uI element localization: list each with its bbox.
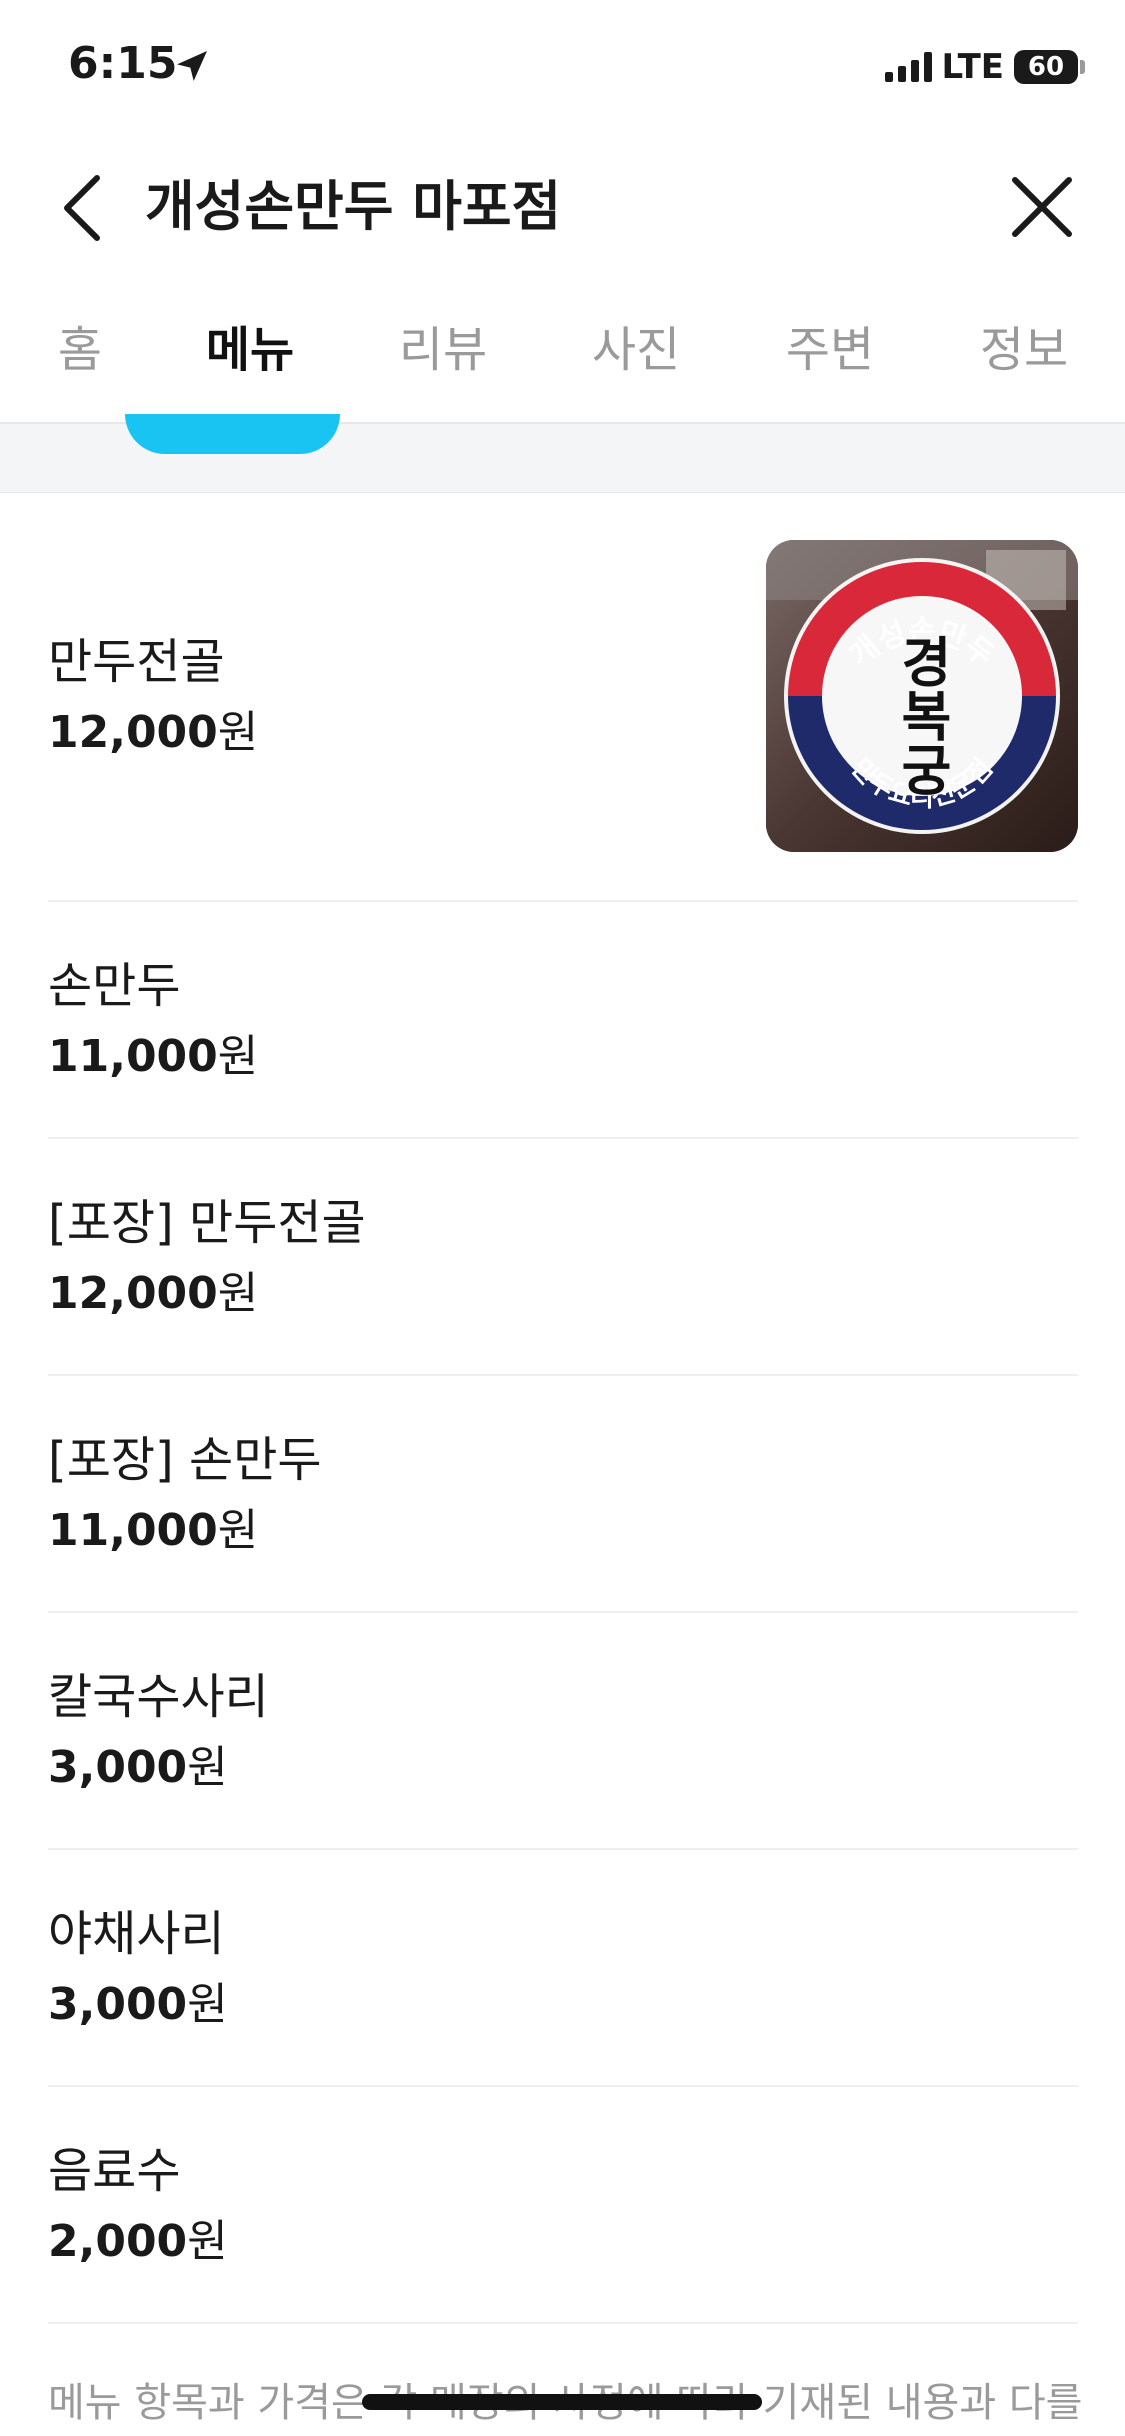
tab-info[interactable]: 정보 xyxy=(974,320,1074,380)
signal-icon xyxy=(884,52,932,82)
tab-photos[interactable]: 사진 xyxy=(586,320,686,380)
network-type: LTE xyxy=(941,47,1004,87)
tab-home[interactable]: 홈 xyxy=(40,320,120,380)
status-time: 6:15 xyxy=(68,38,178,89)
menu-item-name: 손만두 xyxy=(48,958,181,1014)
menu-item[interactable]: [포장] 손만두 11,000원 xyxy=(48,1376,1078,1613)
menu-item-name: [포장] 손만두 xyxy=(48,1432,322,1488)
home-indicator[interactable] xyxy=(362,2394,762,2410)
menu-item[interactable]: 손만두 11,000원 xyxy=(48,902,1078,1139)
menu-item-price: 11,000원 xyxy=(48,1031,259,1082)
menu-item-name: 음료수 xyxy=(48,2143,181,2199)
menu-item[interactable]: [포장] 만두전골 12,000원 xyxy=(48,1139,1078,1376)
menu-item[interactable]: 만두전골 12,000원 개성손만두 만두요리전문점 경복궁 xyxy=(48,492,1078,902)
menu-item[interactable]: 야채사리 3,000원 xyxy=(48,1850,1078,2087)
menu-item-price: 3,000원 xyxy=(48,1742,228,1793)
menu-item[interactable]: 칼국수사리 3,000원 xyxy=(48,1613,1078,1850)
menu-item-name: 칼국수사리 xyxy=(48,1669,269,1725)
menu-item-name: [포장] 만두전골 xyxy=(48,1195,366,1251)
menu-item-price: 12,000원 xyxy=(48,707,259,758)
page-title: 개성손만두 마포점 xyxy=(145,175,562,238)
section-divider xyxy=(0,414,1125,493)
menu-item[interactable]: 음료수 2,000원 xyxy=(48,2087,1078,2324)
header: 개성손만두 마포점 xyxy=(0,150,1125,260)
tab-bar: 홈 메뉴 리뷰 사진 주변 정보 xyxy=(0,300,1125,424)
menu-item-price: 2,000원 xyxy=(48,2216,228,2267)
menu-item-price: 12,000원 xyxy=(48,1268,259,1319)
close-icon[interactable] xyxy=(1009,174,1075,240)
battery-icon: 60 xyxy=(1014,50,1078,84)
tab-menu[interactable]: 메뉴 xyxy=(200,320,300,380)
tab-nearby[interactable]: 주변 xyxy=(780,320,880,380)
menu-item-name: 만두전골 xyxy=(48,634,225,690)
menu-list: 만두전골 12,000원 개성손만두 만두요리전문점 경복궁 손만두 11,00… xyxy=(48,492,1078,2324)
menu-item-price: 11,000원 xyxy=(48,1505,259,1556)
tab-reviews[interactable]: 리뷰 xyxy=(393,320,493,380)
status-indicators: LTE 60 xyxy=(884,44,1085,90)
battery-level: 60 xyxy=(1027,52,1065,82)
accent-chip xyxy=(125,414,340,454)
restaurant-logo-photo: 개성손만두 만두요리전문점 경복궁 xyxy=(766,540,1078,852)
location-arrow-icon xyxy=(177,51,207,81)
status-bar: 6:15 LTE 60 xyxy=(0,0,1125,140)
menu-item-name: 야채사리 xyxy=(48,1906,225,1962)
menu-item-photo[interactable]: 개성손만두 만두요리전문점 경복궁 xyxy=(766,540,1078,852)
back-chevron-icon[interactable] xyxy=(55,172,115,244)
logo-center-text: 경복궁 xyxy=(890,634,954,796)
battery-nub xyxy=(1080,60,1085,74)
menu-item-price: 3,000원 xyxy=(48,1979,228,2030)
